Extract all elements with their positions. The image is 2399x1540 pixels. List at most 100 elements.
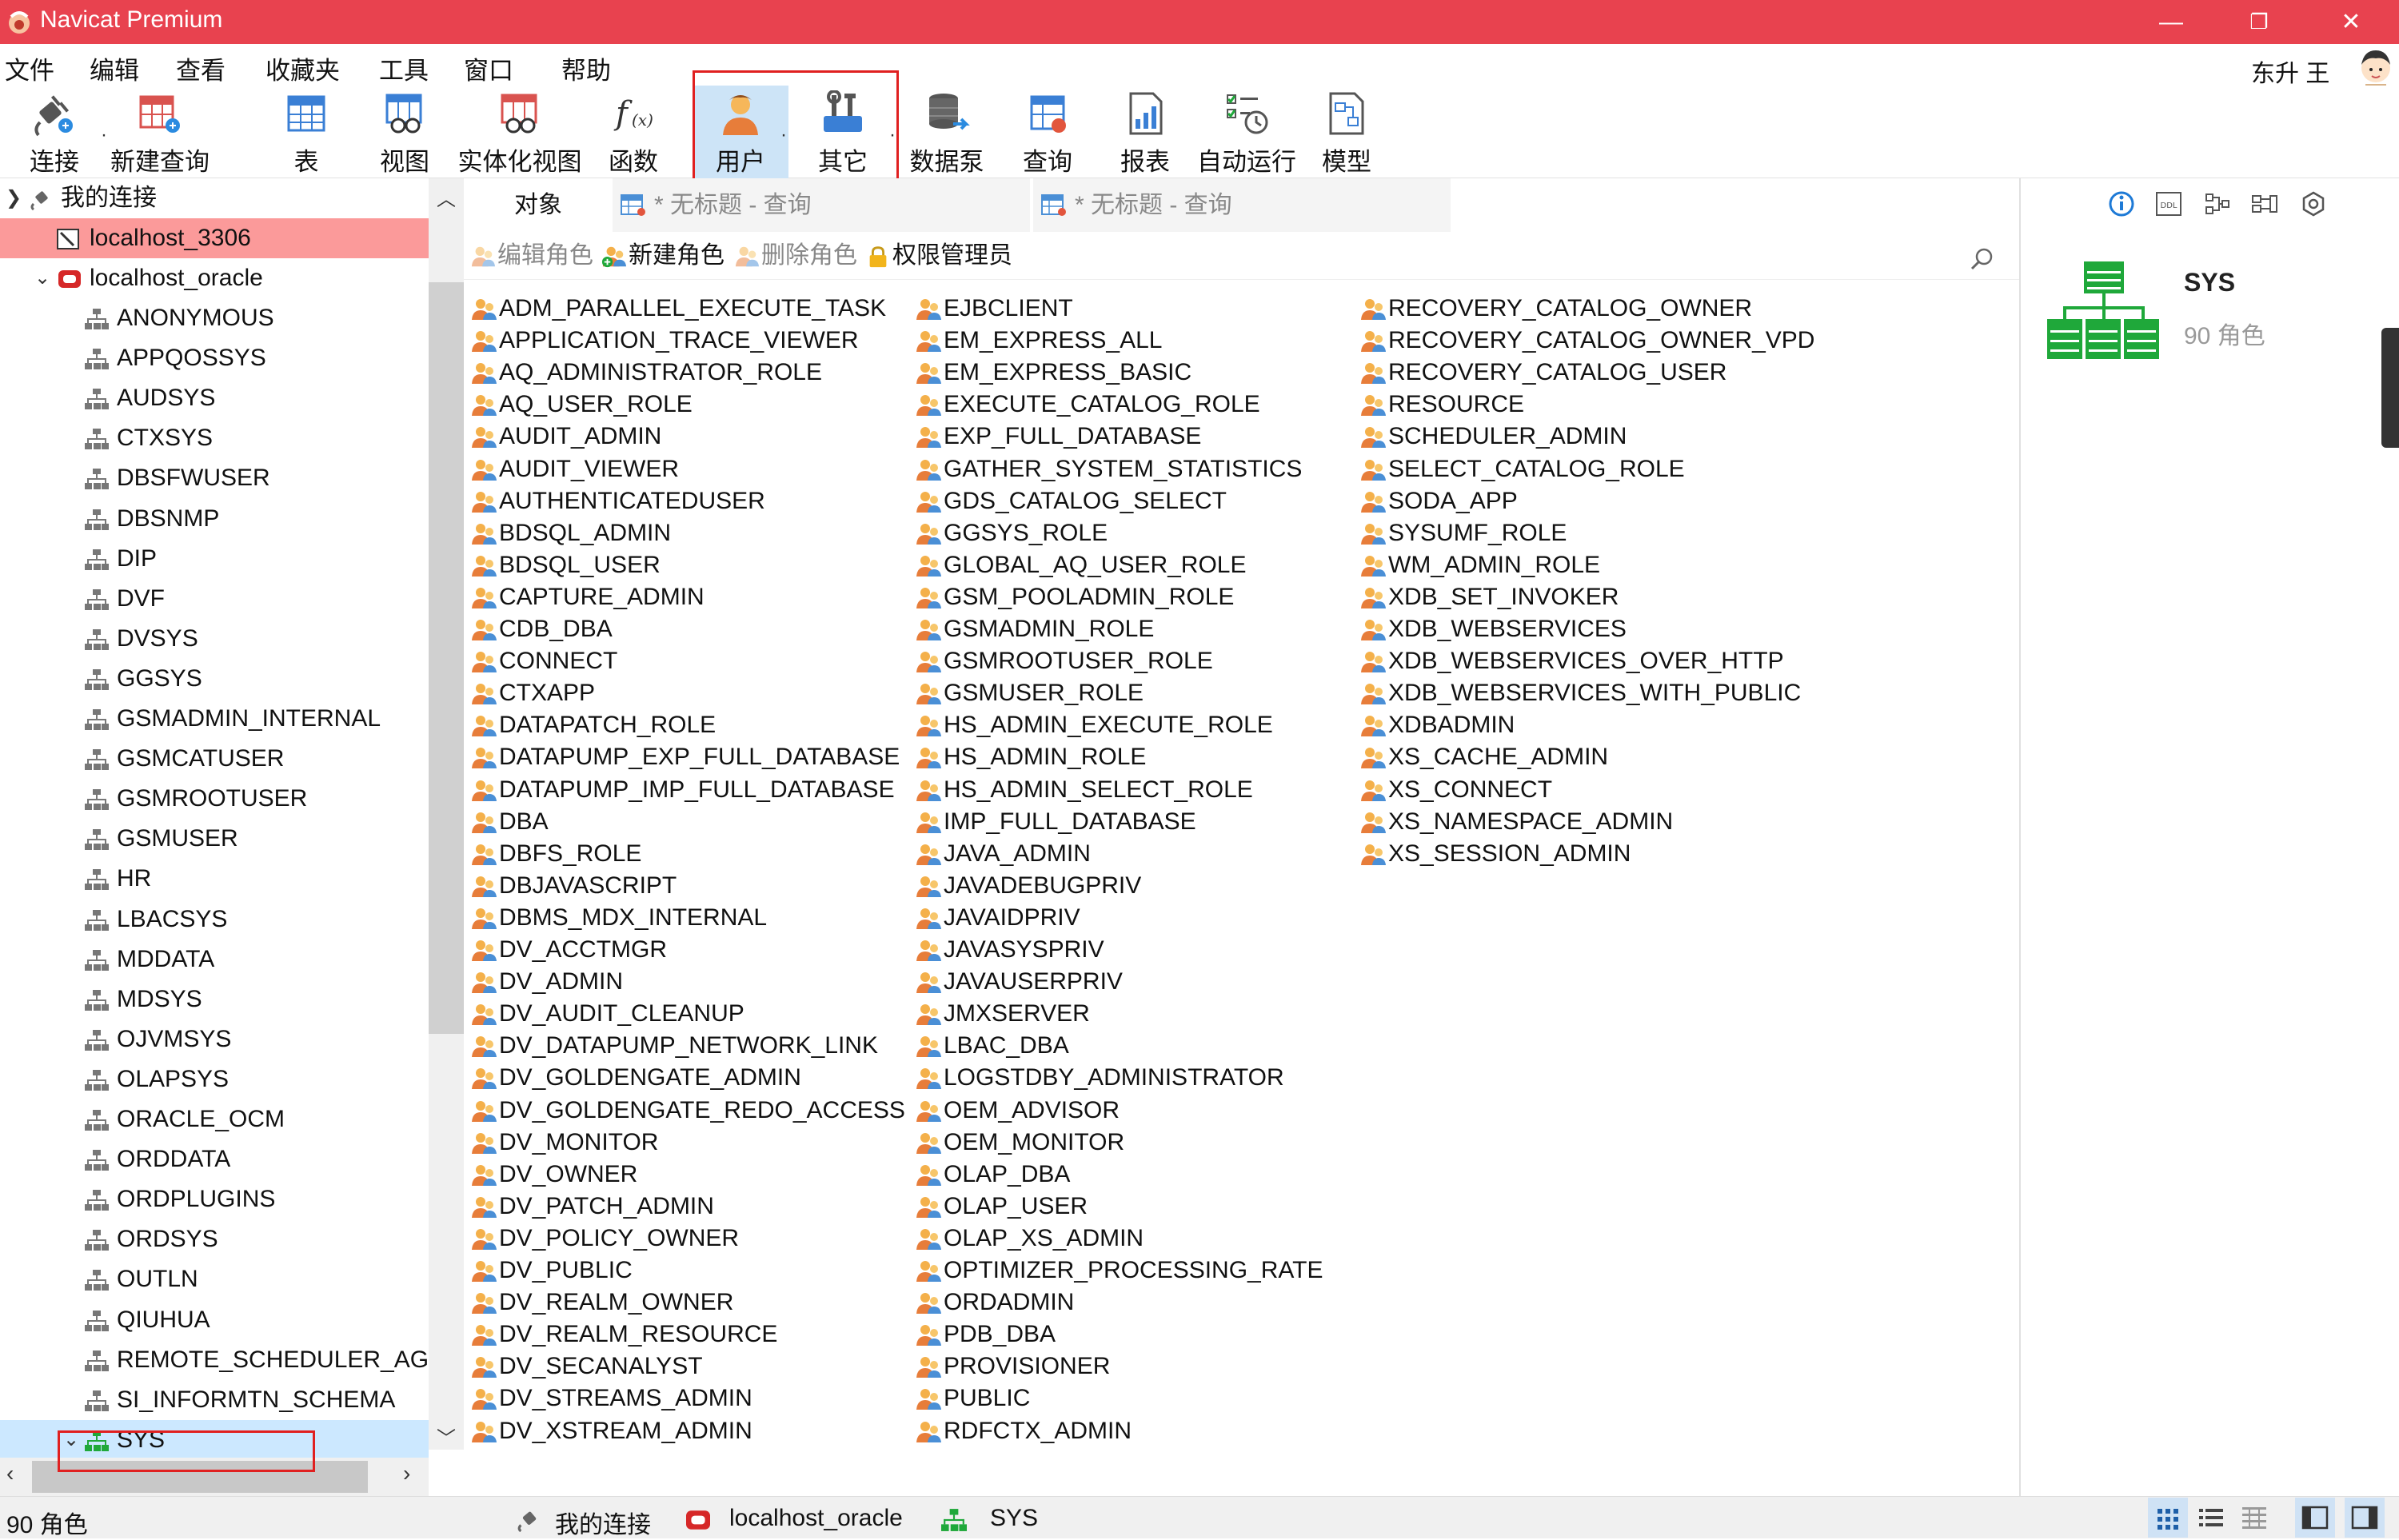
role-icon xyxy=(470,939,497,963)
role-icon xyxy=(1359,329,1387,353)
connection-tree: ❯ 我的连接 localhost_3306 ⌄ localhost_oracle… xyxy=(0,178,464,1496)
ddl-icon[interactable]: DDL xyxy=(2152,190,2187,218)
tree-schema-item[interactable]: LBACSYS xyxy=(0,900,429,940)
maximize-button[interactable]: ❐ xyxy=(2223,0,2295,44)
info-icon[interactable] xyxy=(2104,190,2139,218)
toolbar-query-button[interactable]: 查询 xyxy=(1009,86,1086,178)
role-icon xyxy=(915,1291,942,1315)
menu-window[interactable]: 窗口 xyxy=(464,50,513,86)
grid-view-icon[interactable] xyxy=(2148,1498,2188,1538)
schema-icon xyxy=(85,428,109,450)
toolbar-report-button[interactable]: 报表 xyxy=(1107,86,1184,178)
main-toolbar: 连接 · 新建查询 表 视图 实体化视图 f (x) 函数 用户 · 其它 · … xyxy=(0,86,2399,178)
role-icon xyxy=(915,522,942,546)
tree-schema-item[interactable]: ANONYMOUS xyxy=(0,298,429,338)
layout-icon[interactable] xyxy=(2248,190,2283,218)
scroll-down-arrow-icon[interactable]: ﹀ xyxy=(437,1422,456,1450)
toolbar-model-button[interactable]: 模型 xyxy=(1308,86,1385,178)
tree-schema-item[interactable]: DVSYS xyxy=(0,619,429,659)
menu-favorites[interactable]: 收藏夹 xyxy=(265,50,340,86)
tree-root[interactable]: ❯ 我的连接 xyxy=(0,178,429,218)
model-icon xyxy=(1329,92,1364,135)
scroll-thumb[interactable] xyxy=(429,282,464,1034)
tree-schema-item[interactable]: REMOTE_SCHEDULER_AGE xyxy=(0,1340,429,1380)
role-icon xyxy=(470,746,497,770)
tab-untitled-query-1[interactable]: * 无标题 - 查询 xyxy=(613,178,1030,232)
role-icon xyxy=(915,650,942,674)
role-icon xyxy=(470,1259,497,1283)
tree-schema-item[interactable]: AUDSYS xyxy=(0,378,429,418)
dependencies-icon[interactable] xyxy=(2200,190,2235,218)
role-icon xyxy=(470,458,497,482)
settings-icon[interactable] xyxy=(2296,190,2331,218)
tree-schema-item[interactable]: MDDATA xyxy=(0,940,429,979)
tree-schema-item[interactable]: APPQOSSYS xyxy=(0,338,429,378)
toolbar-view-button[interactable]: 视图 xyxy=(365,86,445,178)
menu-tools[interactable]: 工具 xyxy=(379,50,429,86)
toolbar-table-button[interactable]: 表 xyxy=(264,86,349,178)
tree-schema-item[interactable]: GSMUSER xyxy=(0,819,429,859)
tree-schema-item[interactable]: QIUHUA xyxy=(0,1300,429,1340)
menu-edit[interactable]: 编辑 xyxy=(90,50,139,86)
tree-schema-item[interactable]: ORACLE_OCM xyxy=(0,1099,429,1139)
minimize-button[interactable]: — xyxy=(2135,0,2207,44)
menu-view[interactable]: 查看 xyxy=(176,50,226,86)
role-icon xyxy=(915,971,942,995)
role-icon xyxy=(915,618,942,642)
tree-schema-item[interactable]: GSMCATUSER xyxy=(0,739,429,779)
toolbar-auto-run-button[interactable]: 自动运行 xyxy=(1193,86,1300,178)
tree-schema-item[interactable]: DBSFWUSER xyxy=(0,458,429,498)
tree-schema-item[interactable]: OJVMSYS xyxy=(0,1019,429,1059)
expand-chevron-icon[interactable]: ⌄ xyxy=(30,258,54,298)
detail-view-icon[interactable] xyxy=(2234,1498,2274,1538)
tab-objects[interactable]: 对象 xyxy=(464,178,613,232)
tree-connection-localhost-oracle[interactable]: ⌄ localhost_oracle xyxy=(0,258,429,298)
query-tab-icon xyxy=(1041,193,1068,217)
toggle-left-panel-icon[interactable] xyxy=(2295,1498,2335,1538)
toolbar-data-pump-button[interactable]: 数据泵 xyxy=(900,86,993,178)
toggle-right-panel-icon[interactable] xyxy=(2345,1498,2385,1538)
role-icon xyxy=(470,618,497,642)
user-name[interactable]: 东升 王 xyxy=(2251,54,2329,89)
tree-connection-localhost-3306[interactable]: localhost_3306 xyxy=(0,218,429,258)
tab-untitled-query-2[interactable]: * 无标题 - 查询 xyxy=(1033,178,1451,232)
collapse-chevron-icon[interactable]: ❯ xyxy=(2,178,26,218)
tree-schema-item[interactable]: MDSYS xyxy=(0,979,429,1019)
role-icon xyxy=(915,554,942,578)
search-icon[interactable] xyxy=(1970,246,1995,272)
tree-schema-item[interactable]: GSMADMIN_INTERNAL xyxy=(0,699,429,739)
delete-role-button[interactable]: 删除角色 xyxy=(734,240,857,272)
new-role-button[interactable]: 新建角色 xyxy=(601,240,724,272)
tree-schema-item[interactable]: DIP xyxy=(0,539,429,579)
list-view-icon[interactable] xyxy=(2191,1498,2231,1538)
toolbar-materialized-view-button[interactable]: 实体化视图 xyxy=(456,86,584,178)
toolbar-function-button[interactable]: f (x) 函数 xyxy=(595,86,672,178)
tree-schema-item[interactable]: DVF xyxy=(0,579,429,619)
tree-schema-item[interactable]: SI_INFORMTN_SCHEMA xyxy=(0,1380,429,1420)
tree-schema-item[interactable]: ORDPLUGINS xyxy=(0,1179,429,1219)
tree-schema-item[interactable]: OUTLN xyxy=(0,1259,429,1299)
tree-schema-item[interactable]: GSMROOTUSER xyxy=(0,779,429,819)
toolbar-connect-button[interactable]: 连接 xyxy=(6,86,102,178)
schema-icon xyxy=(940,1508,968,1532)
tree-schema-item[interactable]: ORDDATA xyxy=(0,1139,429,1179)
tree-schema-item[interactable]: CTXSYS xyxy=(0,418,429,458)
menu-help[interactable]: 帮助 xyxy=(561,50,611,86)
tree-schema-item[interactable]: OLAPSYS xyxy=(0,1059,429,1099)
tree-schema-item[interactable]: HR xyxy=(0,859,429,899)
tree-schema-item[interactable]: ORDSYS xyxy=(0,1219,429,1259)
tree-schema-item[interactable]: DBSNMP xyxy=(0,499,429,539)
scroll-right-arrow-icon[interactable]: › xyxy=(403,1461,410,1486)
lock-icon xyxy=(869,246,887,268)
privilege-manager-button[interactable]: 权限管理员 xyxy=(865,240,1012,272)
close-button[interactable]: ✕ xyxy=(2315,0,2387,44)
side-panel-handle[interactable] xyxy=(2381,328,2399,448)
tree-vertical-scrollbar[interactable]: ︿ ﹀ xyxy=(429,178,464,1450)
edit-role-button[interactable]: 编辑角色 xyxy=(470,240,593,272)
scroll-left-arrow-icon[interactable]: ‹ xyxy=(6,1461,14,1486)
tree-schema-item[interactable]: GGSYS xyxy=(0,659,429,699)
toolbar-new-query-button[interactable]: 新建查询 xyxy=(106,86,214,178)
role-icon xyxy=(470,971,497,995)
menu-file[interactable]: 文件 xyxy=(5,50,54,86)
scroll-up-arrow-icon[interactable]: ︿ xyxy=(437,183,456,211)
